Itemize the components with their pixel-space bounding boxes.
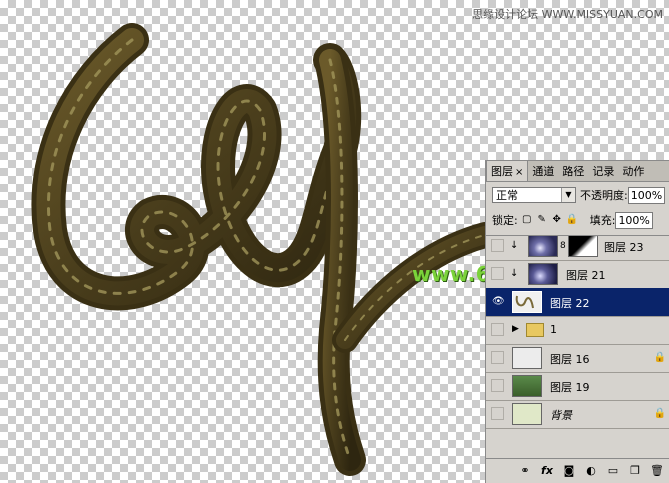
- lock-all-icon[interactable]: 🔒: [566, 214, 578, 226]
- new-layer-icon[interactable]: ❐: [628, 464, 642, 478]
- layer-thumbnail: [512, 403, 542, 425]
- close-icon[interactable]: ×: [515, 167, 523, 178]
- layers-list: ↓ 8 图层 23 ↓ 图层 21 👁 图层 22 ▶ 1 图层 16 🔒 图层…: [486, 235, 669, 454]
- visibility-toggle[interactable]: [491, 407, 504, 420]
- layer-thumbnail: [528, 236, 558, 257]
- eye-icon[interactable]: 👁: [491, 295, 505, 308]
- tab-channels[interactable]: 通道: [528, 161, 558, 181]
- visibility-toggle[interactable]: [491, 239, 504, 252]
- folder-icon: [526, 323, 544, 337]
- visibility-toggle[interactable]: [491, 351, 504, 364]
- lock-icon: 🔒: [653, 352, 666, 363]
- thumb-vine-icon: [515, 295, 534, 309]
- visibility-toggle[interactable]: [491, 379, 504, 392]
- tab-history[interactable]: 记录: [588, 161, 618, 181]
- expand-triangle-icon[interactable]: ▶: [512, 324, 519, 334]
- visibility-toggle[interactable]: [491, 323, 504, 336]
- layer-thumbnail: [512, 347, 542, 369]
- layer-thumbnail: [528, 263, 558, 285]
- tab-actions[interactable]: 动作: [618, 161, 648, 181]
- fill-label: 填充:: [589, 214, 616, 227]
- lock-fill-row: 锁定: ▢ ✎ ✥ 🔒 填充: 100%: [492, 211, 669, 229]
- layer-row-22[interactable]: 👁 图层 22: [486, 288, 669, 317]
- blend-opacity-row: 正常 ▼ 不透明度: 100%: [492, 185, 669, 205]
- layer-row-23[interactable]: ↓ 8 图层 23: [486, 236, 669, 261]
- link-icon[interactable]: ⚭: [518, 464, 532, 478]
- layer-name: 图层 23: [604, 241, 644, 254]
- link-icon: 8: [560, 241, 566, 251]
- fill-field[interactable]: 100%: [615, 211, 653, 229]
- tab-paths[interactable]: 路径: [558, 161, 588, 181]
- clip-arrow-icon: ↓: [510, 240, 519, 251]
- adjustment-icon[interactable]: ◐: [584, 464, 598, 478]
- mask-thumbnail[interactable]: [568, 236, 598, 257]
- tab-layers[interactable]: 图层 ×: [486, 160, 529, 181]
- layer-row-21[interactable]: ↓ 图层 21: [486, 260, 669, 289]
- blend-mode-value: 正常: [496, 189, 518, 202]
- layer-row-16[interactable]: 图层 16 🔒: [486, 344, 669, 373]
- chevron-down-icon[interactable]: ▼: [561, 188, 575, 202]
- tab-label: 图层: [491, 165, 513, 178]
- lock-label: 锁定:: [492, 214, 518, 227]
- watermark-site-top: 思缘设计论坛 WWW.MISSYUAN.COM: [472, 8, 663, 21]
- visibility-toggle[interactable]: [491, 267, 504, 280]
- panel-tabs: 图层 × 通道 路径 记录 动作: [486, 160, 669, 182]
- panel-footer: ⚭ fx ◙ ◐ ▭ ❐ 🗑: [486, 458, 669, 483]
- blend-mode-select[interactable]: 正常 ▼: [492, 187, 576, 203]
- layer-name: 图层 22: [550, 297, 590, 310]
- lock-icon: 🔒: [653, 408, 666, 419]
- layer-name: 图层 16: [550, 353, 590, 366]
- mask-icon[interactable]: ◙: [562, 464, 576, 478]
- layer-thumbnail: [512, 291, 542, 313]
- fx-icon[interactable]: fx: [540, 464, 554, 478]
- layers-panel: 图层 × 通道 路径 记录 动作 正常 ▼ 不透明度: 100% 锁定: ▢ ✎ …: [485, 160, 669, 483]
- folder-icon[interactable]: ▭: [606, 464, 620, 478]
- layer-name: 图层 19: [550, 381, 590, 394]
- layer-background[interactable]: 背景 🔒: [486, 400, 669, 429]
- layer-thumbnail: [512, 375, 542, 397]
- lock-pixels-icon[interactable]: ✎: [536, 214, 548, 226]
- opacity-label: 不透明度:: [580, 189, 628, 202]
- layer-name: 1: [550, 323, 557, 336]
- opacity-field[interactable]: 100%: [627, 186, 666, 204]
- trash-icon[interactable]: 🗑: [650, 464, 664, 478]
- layer-name: 图层 21: [566, 269, 606, 282]
- lock-position-icon[interactable]: ✥: [551, 214, 563, 226]
- lock-transparency-icon[interactable]: ▢: [521, 214, 533, 226]
- layer-row-19[interactable]: 图层 19: [486, 372, 669, 401]
- layer-name: 背景: [550, 409, 572, 422]
- layer-group-1[interactable]: ▶ 1: [486, 316, 669, 345]
- clip-arrow-icon: ↓: [510, 268, 519, 279]
